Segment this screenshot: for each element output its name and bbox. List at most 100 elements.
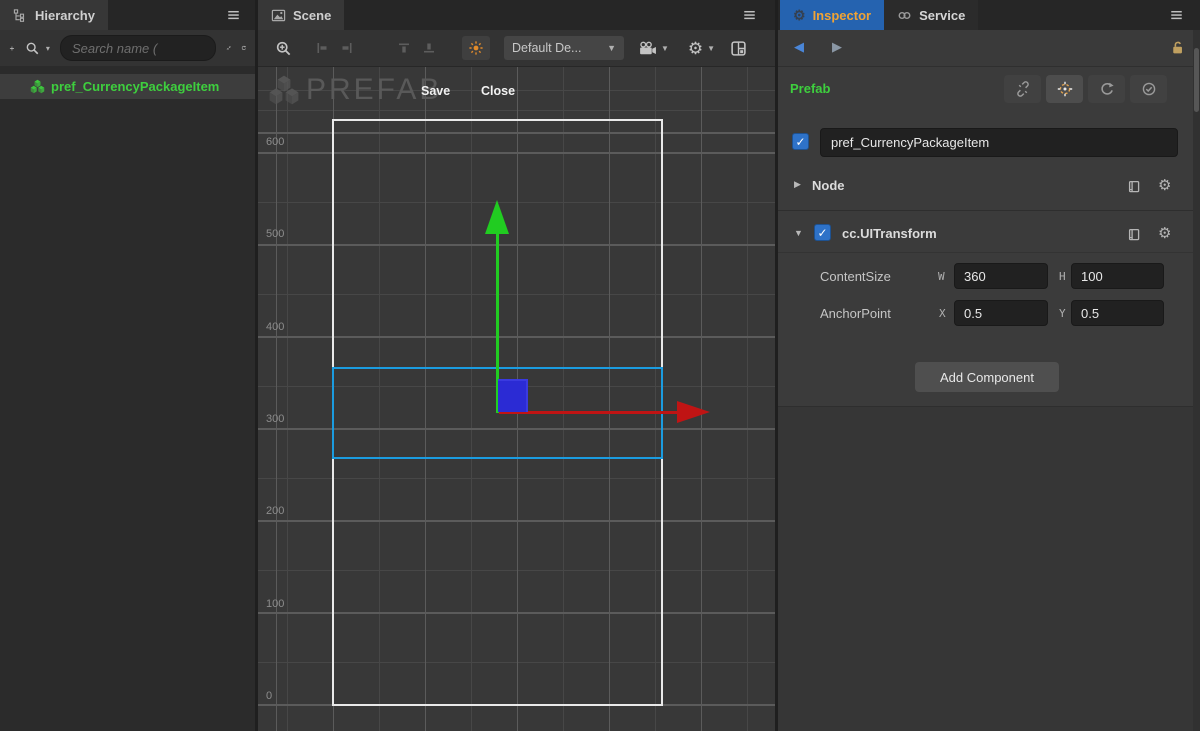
tab-inspector[interactable]: ⚙ Inspector bbox=[780, 0, 884, 30]
hierarchy-panel: Hierarchy ▾ pref_CurrencyPackageItem bbox=[0, 0, 256, 731]
close-button[interactable]: Close bbox=[481, 84, 515, 98]
inspector-navrow: ◀ ▶ bbox=[778, 30, 1200, 67]
search-input[interactable] bbox=[60, 35, 216, 61]
anchorpoint-y-key: Y bbox=[1059, 307, 1066, 320]
inspector-panel: ⚙ Inspector Service ◀ ▶ Prefab ✓ bbox=[778, 0, 1200, 731]
scene-light-toggle[interactable] bbox=[462, 36, 490, 60]
search-icon bbox=[25, 41, 40, 56]
camera-icon bbox=[638, 40, 657, 57]
section-divider bbox=[778, 210, 1200, 211]
inspector-tabbar: ⚙ Inspector Service bbox=[778, 0, 1200, 30]
target-icon bbox=[1057, 81, 1073, 97]
ruler-label: 200 bbox=[266, 505, 284, 517]
tab-inspector-label: Inspector bbox=[813, 8, 872, 23]
tree-item-prefab-root[interactable]: pref_CurrencyPackageItem bbox=[0, 74, 256, 99]
ruler-label: 0 bbox=[266, 690, 272, 702]
prefab-apply-button[interactable] bbox=[1130, 75, 1167, 103]
align-bottom-icon[interactable] bbox=[421, 40, 437, 56]
gizmo-y-arrowhead-icon[interactable] bbox=[485, 200, 509, 234]
ruler-label: 600 bbox=[266, 136, 284, 148]
hierarchy-menu-icon[interactable] bbox=[226, 8, 241, 22]
node-section-title: Node bbox=[812, 178, 845, 193]
tab-hierarchy[interactable]: Hierarchy bbox=[0, 0, 108, 30]
device-dropdown-value: Default De... bbox=[512, 41, 581, 55]
hierarchy-tabbar: Hierarchy bbox=[0, 0, 256, 30]
light-icon bbox=[468, 40, 484, 56]
prefab-locate-button[interactable] bbox=[1046, 75, 1083, 103]
gizmo-x-arrowhead-icon[interactable] bbox=[677, 401, 710, 423]
device-dropdown-caret-icon: ▼ bbox=[607, 43, 616, 53]
cocos-creator-window: Hierarchy ▾ pref_CurrencyPackageItem bbox=[0, 0, 1200, 731]
node-section-caret-icon[interactable]: ▶ bbox=[794, 179, 801, 190]
scene-menu-icon[interactable] bbox=[742, 8, 757, 22]
grid-view-icon[interactable] bbox=[730, 40, 747, 57]
scene-tabbar: Scene bbox=[258, 0, 775, 30]
uitransform-enabled-checkbox[interactable]: ✓ bbox=[814, 224, 831, 241]
inspector-menu-icon[interactable] bbox=[1169, 8, 1184, 22]
scrollbar-thumb[interactable] bbox=[1194, 48, 1199, 112]
inspector-empty-area bbox=[778, 406, 1200, 731]
unlock-icon[interactable] bbox=[1169, 39, 1186, 56]
uitransform-compare-icon[interactable] bbox=[1126, 226, 1142, 242]
prefab-restore-button[interactable] bbox=[1088, 75, 1125, 103]
anchorpoint-x-key: X bbox=[939, 307, 946, 320]
contentsize-w-key: W bbox=[938, 270, 945, 283]
refresh-icon[interactable] bbox=[241, 41, 247, 55]
gear-icon: ⚙ bbox=[688, 40, 703, 57]
anchorpoint-x-input[interactable] bbox=[954, 300, 1048, 326]
anchorpoint-y-input[interactable] bbox=[1071, 300, 1164, 326]
nav-back-button[interactable]: ◀ bbox=[794, 39, 804, 55]
align-left-icon[interactable] bbox=[314, 40, 330, 56]
contentsize-w-input[interactable] bbox=[954, 263, 1048, 289]
scene-viewport[interactable]: PREFAB Save Close 6005004003002001000 bbox=[258, 67, 775, 731]
scene-settings-dropdown[interactable]: ⚙ ▼ bbox=[688, 40, 715, 57]
anchorpoint-label: AnchorPoint bbox=[820, 306, 891, 321]
restore-icon bbox=[1099, 81, 1115, 97]
node-active-checkbox[interactable]: ✓ bbox=[792, 133, 809, 150]
add-component-button[interactable]: Add Component bbox=[915, 362, 1059, 392]
uitransform-caret-icon[interactable]: ▼ bbox=[794, 228, 803, 238]
search-filter-button[interactable]: ▾ bbox=[25, 41, 50, 56]
scene-icon bbox=[271, 8, 286, 23]
node-gear-icon[interactable]: ⚙ bbox=[1158, 178, 1171, 193]
prefab-unlink-button[interactable] bbox=[1004, 75, 1041, 103]
align-right-icon[interactable] bbox=[339, 40, 355, 56]
service-link-icon bbox=[897, 8, 912, 23]
contentsize-label: ContentSize bbox=[820, 269, 891, 284]
uitransform-section-title: cc.UITransform bbox=[842, 226, 937, 241]
hierarchy-icon bbox=[13, 8, 28, 23]
prefab-watermark-icon bbox=[268, 74, 300, 106]
tab-scene-label: Scene bbox=[293, 8, 331, 23]
camera-dropdown[interactable]: ▼ bbox=[638, 40, 669, 57]
uitransform-gear-icon[interactable]: ⚙ bbox=[1158, 226, 1171, 241]
node-compare-icon[interactable] bbox=[1126, 178, 1142, 194]
unlink-icon bbox=[1015, 81, 1031, 97]
settings-caret-icon: ▼ bbox=[707, 44, 715, 53]
device-dropdown[interactable]: Default De... ▼ bbox=[504, 36, 624, 60]
save-button[interactable]: Save bbox=[421, 84, 450, 98]
nav-forward-button[interactable]: ▶ bbox=[832, 39, 842, 55]
zoom-tool-icon[interactable] bbox=[275, 40, 292, 57]
inspector-scrollbar[interactable] bbox=[1193, 30, 1200, 731]
section-divider bbox=[778, 252, 1200, 253]
prefab-asset-label: Prefab bbox=[790, 81, 830, 96]
hierarchy-tree: pref_CurrencyPackageItem bbox=[0, 66, 256, 731]
tab-service-label: Service bbox=[919, 8, 965, 23]
contentsize-h-input[interactable] bbox=[1071, 263, 1164, 289]
contentsize-h-key: H bbox=[1059, 270, 1066, 283]
inspector-gear-icon: ⚙ bbox=[793, 8, 806, 22]
tree-item-label: pref_CurrencyPackageItem bbox=[51, 79, 219, 94]
tab-service[interactable]: Service bbox=[884, 0, 978, 30]
ruler-label: 100 bbox=[266, 598, 284, 610]
gizmo-xy-plane-handle[interactable] bbox=[498, 379, 528, 412]
search-filter-caret-icon: ▾ bbox=[46, 44, 50, 53]
add-node-button[interactable] bbox=[9, 41, 15, 56]
collapse-all-icon[interactable] bbox=[226, 41, 232, 55]
tab-scene[interactable]: Scene bbox=[258, 0, 344, 30]
ruler-label: 500 bbox=[266, 228, 284, 240]
camera-caret-icon: ▼ bbox=[661, 44, 669, 53]
scene-panel: Scene Default De... ▼ ▼ ⚙ ▼ bbox=[258, 0, 775, 731]
prefab-icon bbox=[30, 79, 45, 94]
align-top-icon[interactable] bbox=[396, 40, 412, 56]
node-name-input[interactable] bbox=[820, 128, 1178, 157]
